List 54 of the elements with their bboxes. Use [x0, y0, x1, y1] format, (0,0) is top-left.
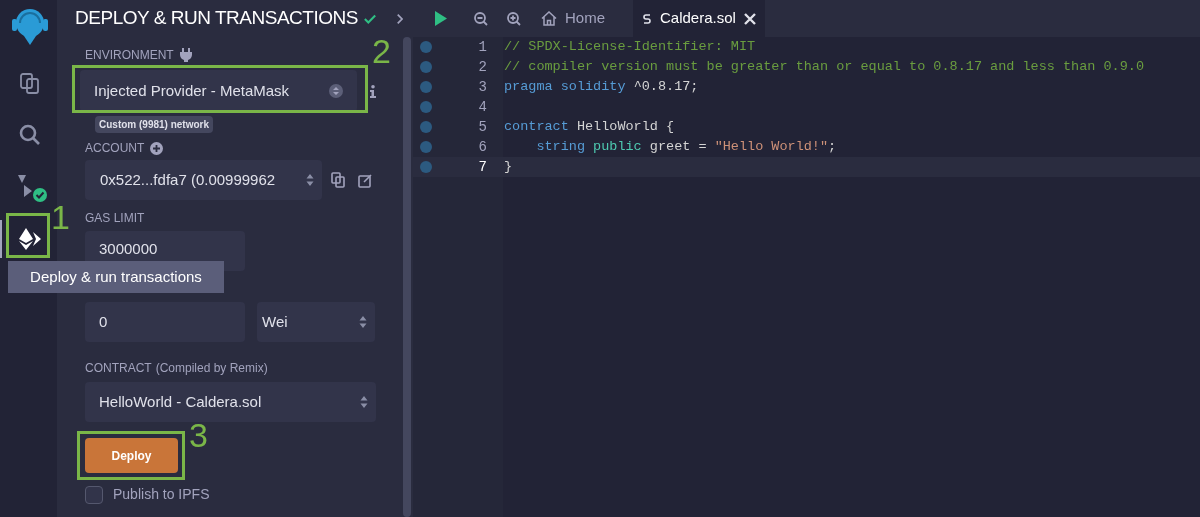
tooltip: Deploy & run transactions	[8, 261, 224, 293]
files-icon[interactable]	[17, 71, 42, 95]
file-sync-icon	[642, 11, 652, 26]
line-number: 4	[477, 97, 487, 117]
account-select[interactable]: 0x522...fdfa7 (0.00999962	[85, 160, 322, 200]
field-label: ACCOUNT	[85, 140, 145, 157]
edit-icon[interactable]	[358, 172, 373, 188]
zoom-in-icon[interactable]	[507, 11, 521, 26]
editor-tab[interactable]: Caldera.sol	[633, 0, 765, 37]
plug-icon	[179, 48, 192, 62]
highlight-frame	[6, 213, 50, 258]
field-label: CONTRACT	[85, 360, 152, 377]
close-icon[interactable]	[743, 12, 756, 25]
chevron-right-icon[interactable]	[396, 12, 403, 25]
callout-number: 2	[372, 34, 391, 68]
zoom-out-icon[interactable]	[474, 11, 488, 26]
ethereum-arrow-icon[interactable]	[16, 226, 43, 252]
line-number: 2	[477, 57, 487, 77]
line-number: 3	[477, 77, 487, 97]
line-number: 6	[477, 137, 487, 157]
select-arrows-icon	[306, 173, 314, 187]
code-line: contract HelloWorld {	[504, 117, 675, 136]
home-icon	[541, 11, 557, 26]
plus-circle-icon[interactable]	[150, 141, 164, 155]
play-icon[interactable]	[434, 10, 448, 27]
panel-title: DEPLOY & RUN TRANSACTIONS	[75, 6, 359, 31]
checkbox[interactable]	[85, 485, 103, 504]
code-line: pragma solidity ^0.8.17;	[504, 77, 699, 96]
search-icon[interactable]	[17, 123, 42, 147]
select-arrows-icon	[359, 315, 367, 329]
copy-icon[interactable]	[331, 172, 345, 188]
line-number: 1	[477, 37, 487, 57]
callout-number: 1	[51, 200, 70, 234]
editor-tab[interactable]: Home	[541, 0, 605, 37]
code-line: string public greet = "Hello World!";	[535, 137, 837, 156]
scrollbar-thumb[interactable]	[403, 37, 411, 517]
check-icon	[364, 12, 377, 25]
field-label: (Compiled by Remix)	[155, 360, 268, 377]
code-line: // SPDX-License-Identifier: MIT	[504, 37, 756, 56]
value-input[interactable]: 0	[85, 302, 245, 342]
line-number: 5	[477, 117, 487, 137]
field-label: ENVIRONMENT	[85, 47, 174, 64]
field-label: GAS LIMIT	[85, 211, 145, 225]
line-number: 7	[477, 157, 487, 177]
code-line: // compiler version must be greater than or equal to 0.8.17 and less than 0.9.0	[504, 57, 1144, 76]
select-arrows-icon	[329, 84, 343, 98]
select-arrows-icon	[360, 395, 368, 409]
network-badge: Custom (9981) network	[95, 116, 214, 133]
contract-select[interactable]: HelloWorld - Caldera.sol	[85, 382, 376, 422]
info-icon[interactable]	[370, 84, 376, 98]
checkbox-label: Publish to IPFS	[113, 485, 210, 504]
code-line: }	[504, 157, 513, 176]
environment-select[interactable]: Injected Provider - MetaMask	[80, 70, 357, 112]
unit-select[interactable]: Wei	[257, 302, 375, 342]
